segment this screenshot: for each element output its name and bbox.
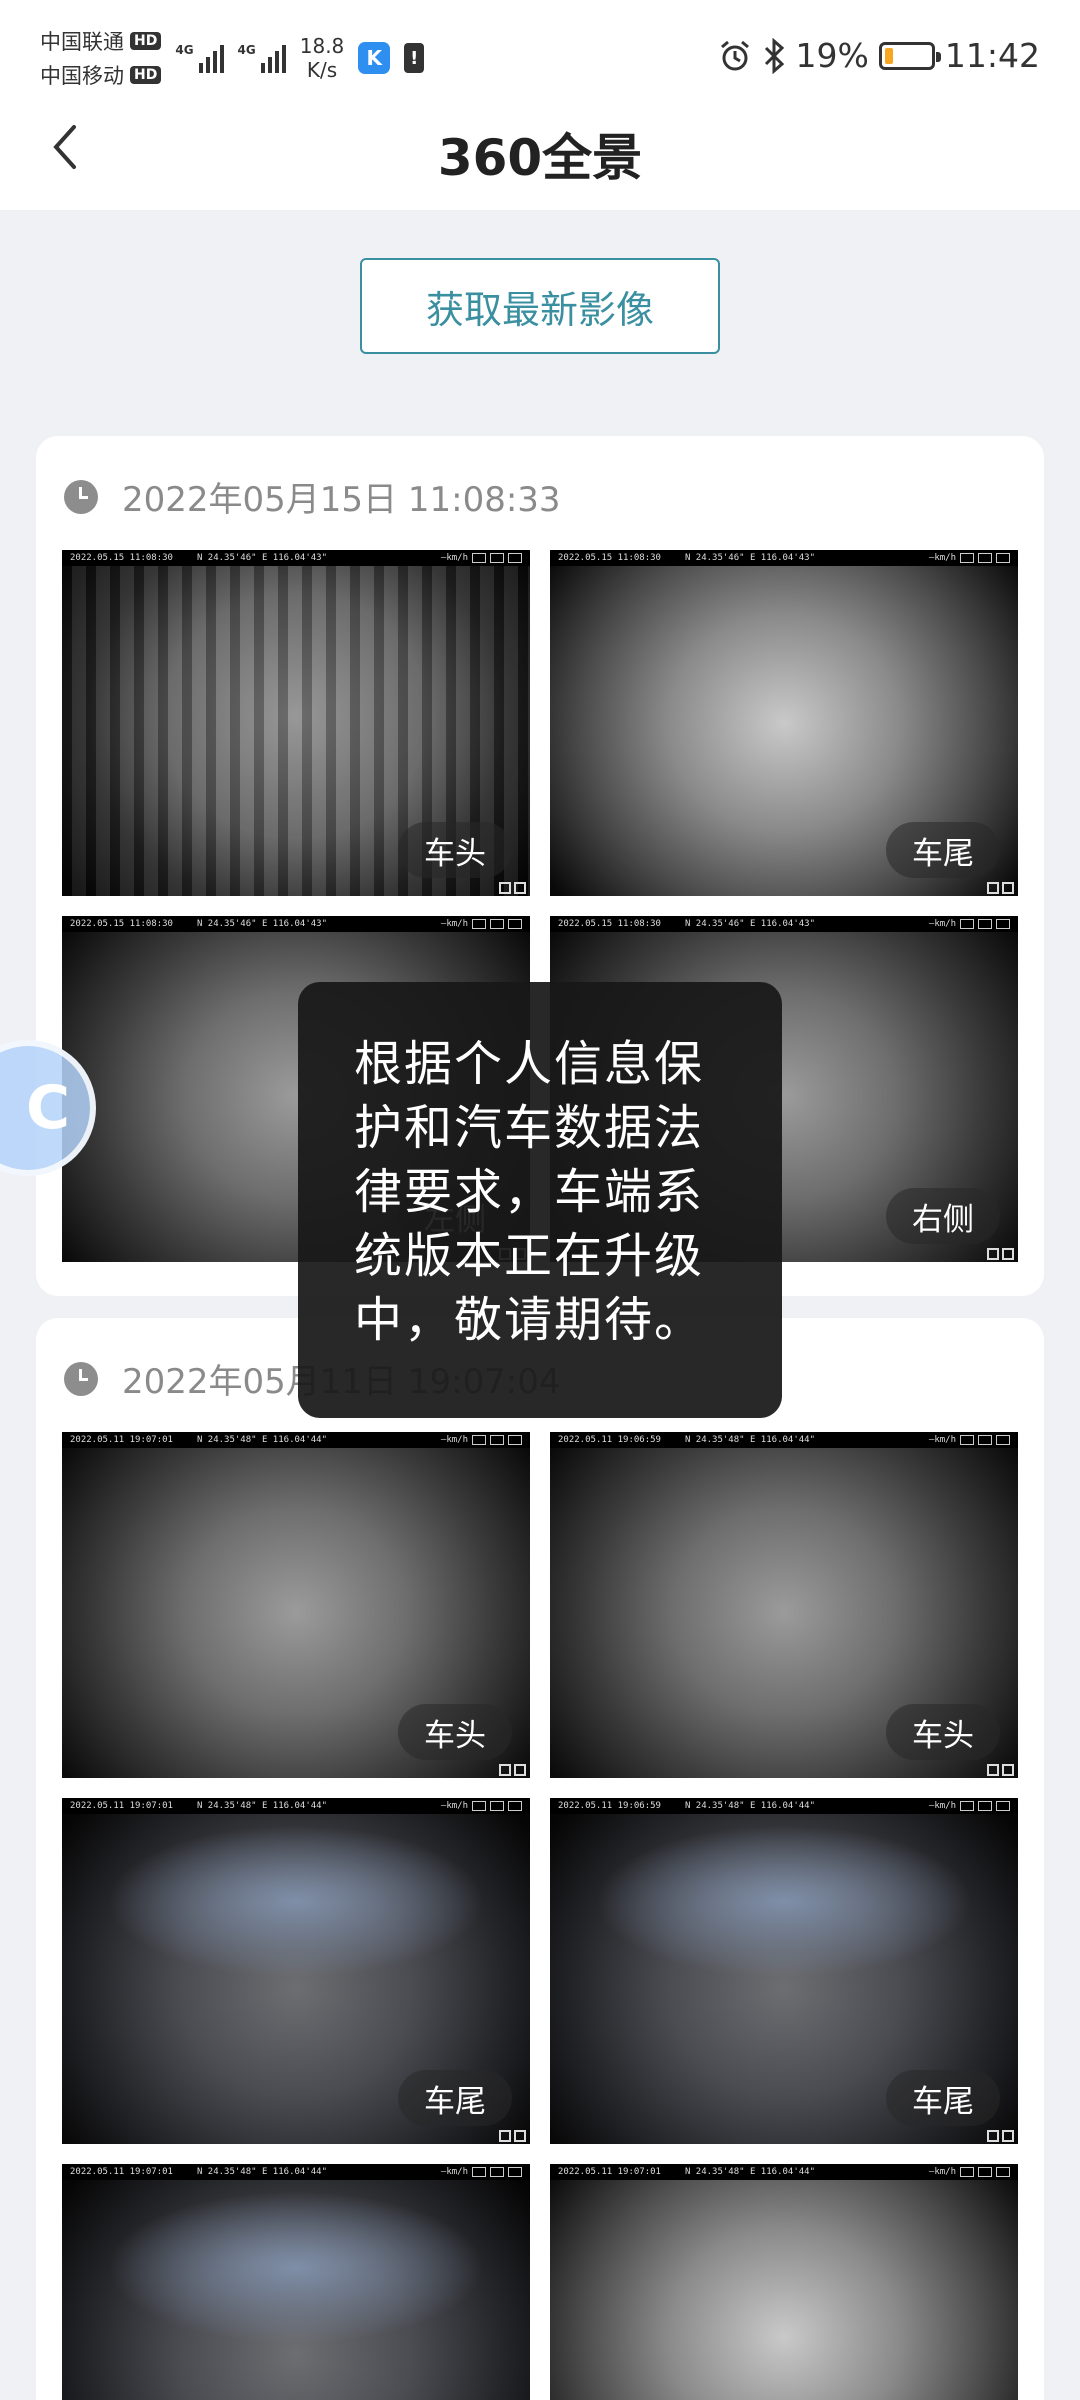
alarm-icon: [720, 40, 749, 70]
image-osd: 2022.05.15 11:08:30 N 24.35'46" E 116.04'…: [62, 916, 530, 932]
camera-position-label: 车尾: [886, 822, 1000, 878]
carrier-1: 中国联通: [40, 30, 124, 54]
status-left: 中国联通 HD 中国移动 HD 4G 4G 18.8 K/s K !: [40, 26, 425, 90]
image-osd: 2022.05.15 11:08:30 N 24.35'46" E 116.04'…: [62, 550, 530, 566]
image-osd: 2022.05.11 19:06:59 N 24.35'48" E 116.04'…: [550, 1798, 1018, 1814]
image-osd: 2022.05.15 11:08:30 N 24.35'46" E 116.04'…: [550, 916, 1018, 932]
camera-position-label: 右侧: [886, 1188, 1000, 1244]
expand-icon: [987, 2130, 1014, 2142]
battery-fill: [884, 47, 894, 64]
camera-image[interactable]: 2022.05.11 19:07:01 N 24.35'48" E 116.04'…: [62, 1798, 530, 2144]
assistant-logo-icon: C: [25, 1073, 71, 1143]
bluetooth-icon: [764, 37, 784, 74]
camera-position-label: 车头: [398, 822, 512, 878]
camera-image[interactable]: 2022.05.15 11:08:30 N 24.35'46" E 116.04'…: [550, 550, 1018, 896]
clock-icon: [64, 1361, 98, 1396]
camera-position-label: 车尾: [398, 2070, 512, 2126]
signal-icon: 4G: [238, 43, 286, 73]
battery-percent: 19%: [795, 36, 869, 75]
nav-bar: 360全景: [0, 88, 1080, 210]
camera-image[interactable]: 2022.05.11 19:07:01 N 24.35'48" E 116.04'…: [62, 2164, 530, 2400]
image-osd: 2022.05.11 19:07:01 N 24.35'48" E 116.04'…: [62, 1432, 530, 1448]
status-right: 19% 11:42: [718, 36, 1040, 75]
app-notification-icon: K: [358, 42, 391, 74]
snapshot-card: 2022年05月11日 19:07:04 2022.05.11 19:07:01…: [36, 1318, 1044, 2400]
hd-badge: HD: [130, 32, 162, 50]
snapshot-timestamp: 2022年05月15日 11:08:33: [122, 480, 561, 520]
expand-icon: [987, 1248, 1014, 1260]
image-osd: 2022.05.11 19:06:59 N 24.35'48" E 116.04'…: [550, 1432, 1018, 1448]
camera-position-label: 车头: [886, 1704, 1000, 1760]
card-header: 2022年05月15日 11:08:33: [64, 472, 561, 521]
image-osd: 2022.05.11 19:07:01 N 24.35'48" E 116.04'…: [62, 2164, 530, 2180]
hd-badge: HD: [130, 66, 162, 84]
camera-image[interactable]: 2022.05.15 11:08:30 N 24.35'46" E 116.04'…: [62, 550, 530, 896]
image-osd: 2022.05.15 11:08:30 N 24.35'46" E 116.04'…: [550, 550, 1018, 566]
camera-image[interactable]: 2022.05.11 19:06:59 N 24.35'48" E 116.04'…: [550, 1432, 1018, 1778]
carrier-2: 中国移动: [40, 64, 124, 88]
fetch-latest-images-button[interactable]: 获取最新影像: [360, 258, 720, 354]
page-title: 360全景: [437, 129, 643, 187]
image-osd: 2022.05.11 19:07:01 N 24.35'48" E 116.04'…: [550, 2164, 1018, 2180]
camera-position-label: 车头: [398, 1704, 512, 1760]
toast-message: 根据个人信息保护和汽车数据法律要求，车端系统版本正在升级中，敬请期待。: [298, 982, 782, 1418]
image-osd: 2022.05.11 19:07:01 N 24.35'48" E 116.04'…: [62, 1798, 530, 1814]
camera-image[interactable]: 2022.05.11 19:07:01 N 24.35'48" E 116.04'…: [550, 2164, 1018, 2400]
clock-icon: [64, 479, 98, 514]
network-speed: 18.8 K/s: [299, 34, 345, 82]
signal-icon: 4G: [175, 43, 224, 73]
clock-time: 11:42: [944, 36, 1040, 75]
alert-notification-icon: !: [404, 43, 425, 73]
camera-image[interactable]: 2022.05.11 19:06:59 N 24.35'48" E 116.04'…: [550, 1798, 1018, 2144]
carrier-group: 中国联通 HD 中国移动 HD: [40, 26, 162, 90]
camera-image[interactable]: 2022.05.11 19:07:01 N 24.35'48" E 116.04'…: [62, 1432, 530, 1778]
expand-icon: [499, 2130, 526, 2142]
expand-icon: [499, 882, 526, 894]
expand-icon: [499, 1764, 526, 1776]
camera-position-label: 车尾: [886, 2070, 1000, 2126]
battery-icon: [878, 41, 941, 70]
expand-icon: [987, 882, 1014, 894]
expand-icon: [987, 1764, 1014, 1776]
